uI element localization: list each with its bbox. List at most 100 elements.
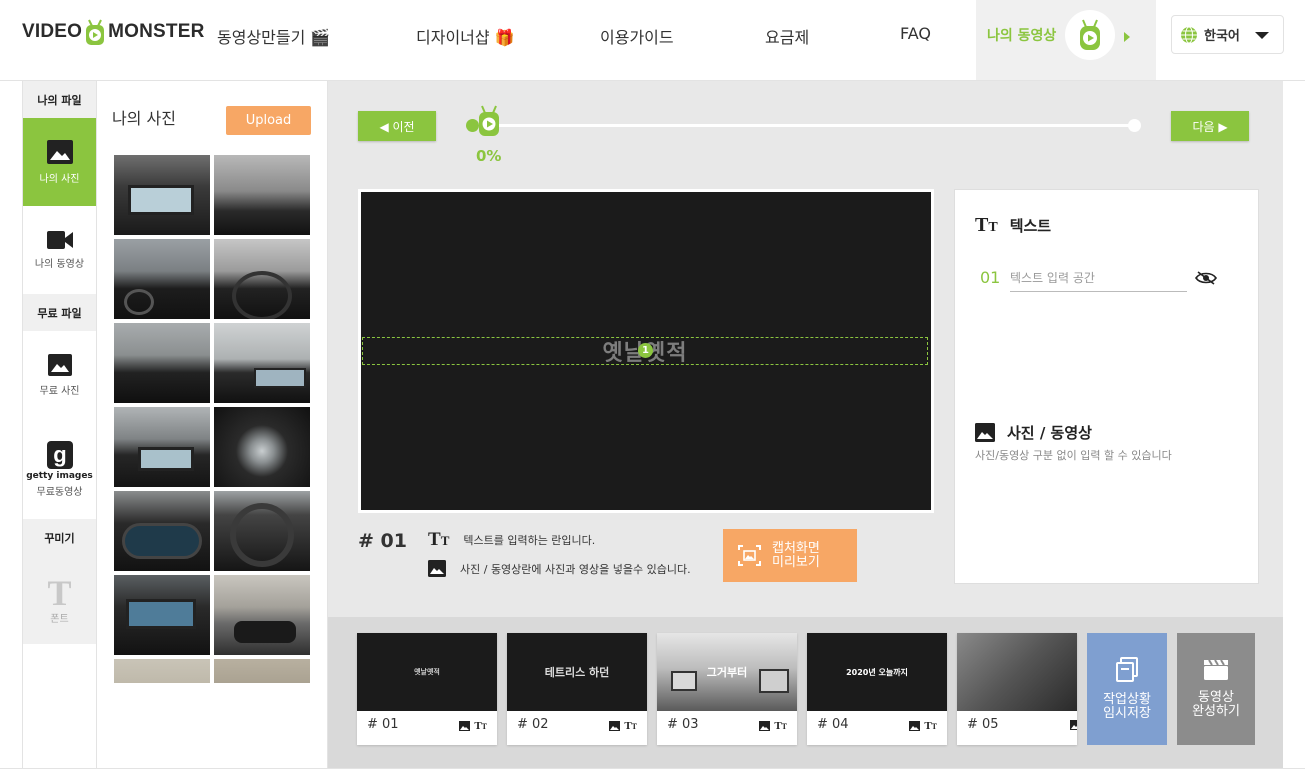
photo-thumbnail[interactable] — [114, 323, 210, 403]
progress-mascot-icon[interactable] — [476, 104, 502, 142]
section-free-files: 무료 파일 — [23, 294, 96, 331]
scene-card-04[interactable]: 2020년 오늘까지 # 04 TT — [807, 633, 947, 745]
svg-text:g: g — [53, 442, 66, 467]
nav-pricing[interactable]: 요금제 — [765, 24, 809, 48]
text-size-icon: TT — [624, 720, 637, 732]
text-size-icon: TT — [975, 214, 998, 236]
photo-thumbnail[interactable] — [214, 659, 310, 683]
scene-caption: 그거부터 — [706, 666, 748, 679]
text-overlay-box[interactable]: 옛날옛적 1 — [362, 337, 928, 366]
image-icon — [47, 353, 72, 376]
progress-track — [472, 124, 1135, 127]
photo-thumbnail[interactable] — [214, 155, 310, 235]
prev-button[interactable]: ◀ 이전 — [358, 111, 436, 141]
properties-panel: TT 텍스트 01 텍스트 입력 공간 사진 / 동영상 사진/동영상 구분 없… — [954, 189, 1259, 584]
logo[interactable]: VIDEO MONSTER — [22, 14, 205, 50]
save-draft-label: 작업상황 임시저장 — [1103, 693, 1151, 721]
preview-frame: 옛날옛적 1 — [358, 189, 934, 513]
my-video-label: 나의 동영상 — [987, 28, 1057, 44]
photo-thumbnail[interactable] — [114, 575, 210, 655]
next-button[interactable]: 다음 ▶ — [1171, 111, 1249, 141]
complete-video-label: 동영상 완성하기 — [1192, 691, 1240, 719]
mascot-avatar-icon — [1080, 19, 1100, 50]
photo-thumbnail[interactable] — [114, 407, 210, 487]
scene-caption: 2020년 오늘까지 — [846, 667, 908, 677]
scene-icons: TT — [459, 720, 487, 732]
photo-panel: 나의 사진 Upload — [97, 81, 328, 783]
nav-guide[interactable]: 이용가이드 — [600, 24, 674, 48]
image-icon — [459, 721, 471, 731]
image-icon — [975, 423, 995, 442]
media-heading-label: 사진 / 동영상 — [1007, 424, 1092, 442]
scene-card-03[interactable]: 그거부터 # 03 TT — [657, 633, 797, 745]
capture-label: 캡처화면 미리보기 — [772, 540, 820, 570]
progress-end-dot — [1128, 119, 1141, 132]
sidebar-item-label: 무료 사진 — [39, 385, 80, 397]
scene-card-02[interactable]: 테트리스 하던 # 02 TT — [507, 633, 647, 745]
avatar — [1065, 10, 1115, 60]
sidebar-item-label: 폰트 — [50, 613, 69, 625]
photo-thumbnail[interactable] — [214, 407, 310, 487]
image-icon — [759, 721, 771, 731]
sidebar-item-my-photos[interactable]: 나의 사진 — [23, 118, 96, 206]
scene-thumbnail: 테트리스 하던 — [507, 633, 647, 711]
scene-thumbnail: 옛날옛적 — [357, 633, 497, 711]
hint-media-row: 사진 / 동영상란에 사진과 영상을 넣을수 있습니다. — [428, 560, 691, 577]
upload-button[interactable]: Upload — [226, 106, 311, 135]
my-video-menu[interactable]: 나의 동영상 — [976, 0, 1156, 80]
language-select[interactable]: 한국어 — [1171, 15, 1284, 54]
hint-text: 텍스트를 입력하는 란입니다. — [463, 534, 596, 547]
sidebar-item-free-photos[interactable]: 무료 사진 — [23, 331, 96, 419]
eye-hidden-icon[interactable] — [1195, 270, 1217, 286]
complete-video-button[interactable]: 동영상 완성하기 — [1177, 633, 1255, 745]
section-decorate: 꾸미기 — [23, 519, 96, 556]
image-icon — [1070, 720, 1077, 730]
image-icon — [428, 560, 446, 577]
capture-preview-button[interactable]: 캡처화면 미리보기 — [723, 529, 857, 582]
photo-thumbnail[interactable] — [214, 491, 310, 571]
photo-thumbnail[interactable] — [114, 155, 210, 235]
nav-designer-shop[interactable]: 디자이너샵 🎁 — [416, 24, 515, 48]
capture-line-2: 미리보기 — [772, 554, 820, 570]
save-draft-button[interactable]: 작업상황 임시저장 — [1087, 633, 1167, 745]
scene-strip: 옛날옛적 # 01 TT 테트리스 하던 # 02 TT 그거부터 # 03 T… — [328, 617, 1283, 768]
scene-icons — [1070, 720, 1077, 730]
scene-thumbnail — [957, 633, 1077, 711]
nav-faq[interactable]: FAQ — [900, 24, 931, 43]
save-draft-icon — [1116, 657, 1138, 682]
caret-right-icon — [1124, 32, 1130, 42]
sidebar-item-getty-videos[interactable]: g getty images 무료동영상 — [23, 419, 96, 519]
scene-number: # 01 — [358, 530, 407, 552]
bottom-edge — [0, 768, 1305, 783]
photo-thumbnail[interactable] — [114, 491, 210, 571]
sidebar-item-label: 나의 동영상 — [34, 258, 85, 270]
video-camera-icon — [46, 230, 73, 249]
media-description: 사진/동영상 구분 없이 입력 할 수 있습니다 — [975, 449, 1172, 462]
photo-thumbnail[interactable] — [214, 575, 310, 655]
scene-caption: 옛날옛적 — [414, 668, 440, 676]
font-icon: T — [47, 572, 72, 613]
scene-icons: TT — [909, 720, 937, 732]
hint-text-row: TT 텍스트를 입력하는 란입니다. — [428, 529, 595, 551]
sidebar-item-my-videos[interactable]: 나의 동영상 — [23, 206, 96, 294]
scene-label: # 05 — [967, 717, 999, 732]
text-section-heading: TT 텍스트 — [975, 214, 1051, 237]
nav-make-video-label: 동영상만들기 🎬 — [217, 28, 331, 47]
video-preview: 옛날옛적 1 — [361, 192, 931, 510]
sidebar-item-font[interactable]: T 폰트 — [23, 556, 96, 644]
scene-card-05[interactable]: # 05 — [957, 633, 1077, 745]
image-icon — [46, 139, 73, 164]
photo-thumbnail[interactable] — [214, 239, 310, 319]
scene-icons: TT — [609, 720, 637, 732]
language-label: 한국어 — [1204, 29, 1240, 44]
text-input-field[interactable]: 텍스트 입력 공간 — [1010, 262, 1187, 292]
nav-faq-label: FAQ — [900, 24, 931, 43]
photo-thumbnail[interactable] — [214, 323, 310, 403]
photo-thumbnail[interactable] — [114, 239, 210, 319]
photo-thumbnail[interactable] — [114, 659, 210, 683]
top-header: VIDEO MONSTER 동영상만들기 🎬 디자이너샵 🎁 이용가이드 요금제… — [0, 0, 1305, 81]
progress-percent: 0% — [476, 147, 502, 165]
capture-line-1: 캡처화면 — [772, 540, 820, 556]
nav-make-video[interactable]: 동영상만들기 🎬 — [217, 24, 330, 48]
scene-card-01[interactable]: 옛날옛적 # 01 TT — [357, 633, 497, 745]
